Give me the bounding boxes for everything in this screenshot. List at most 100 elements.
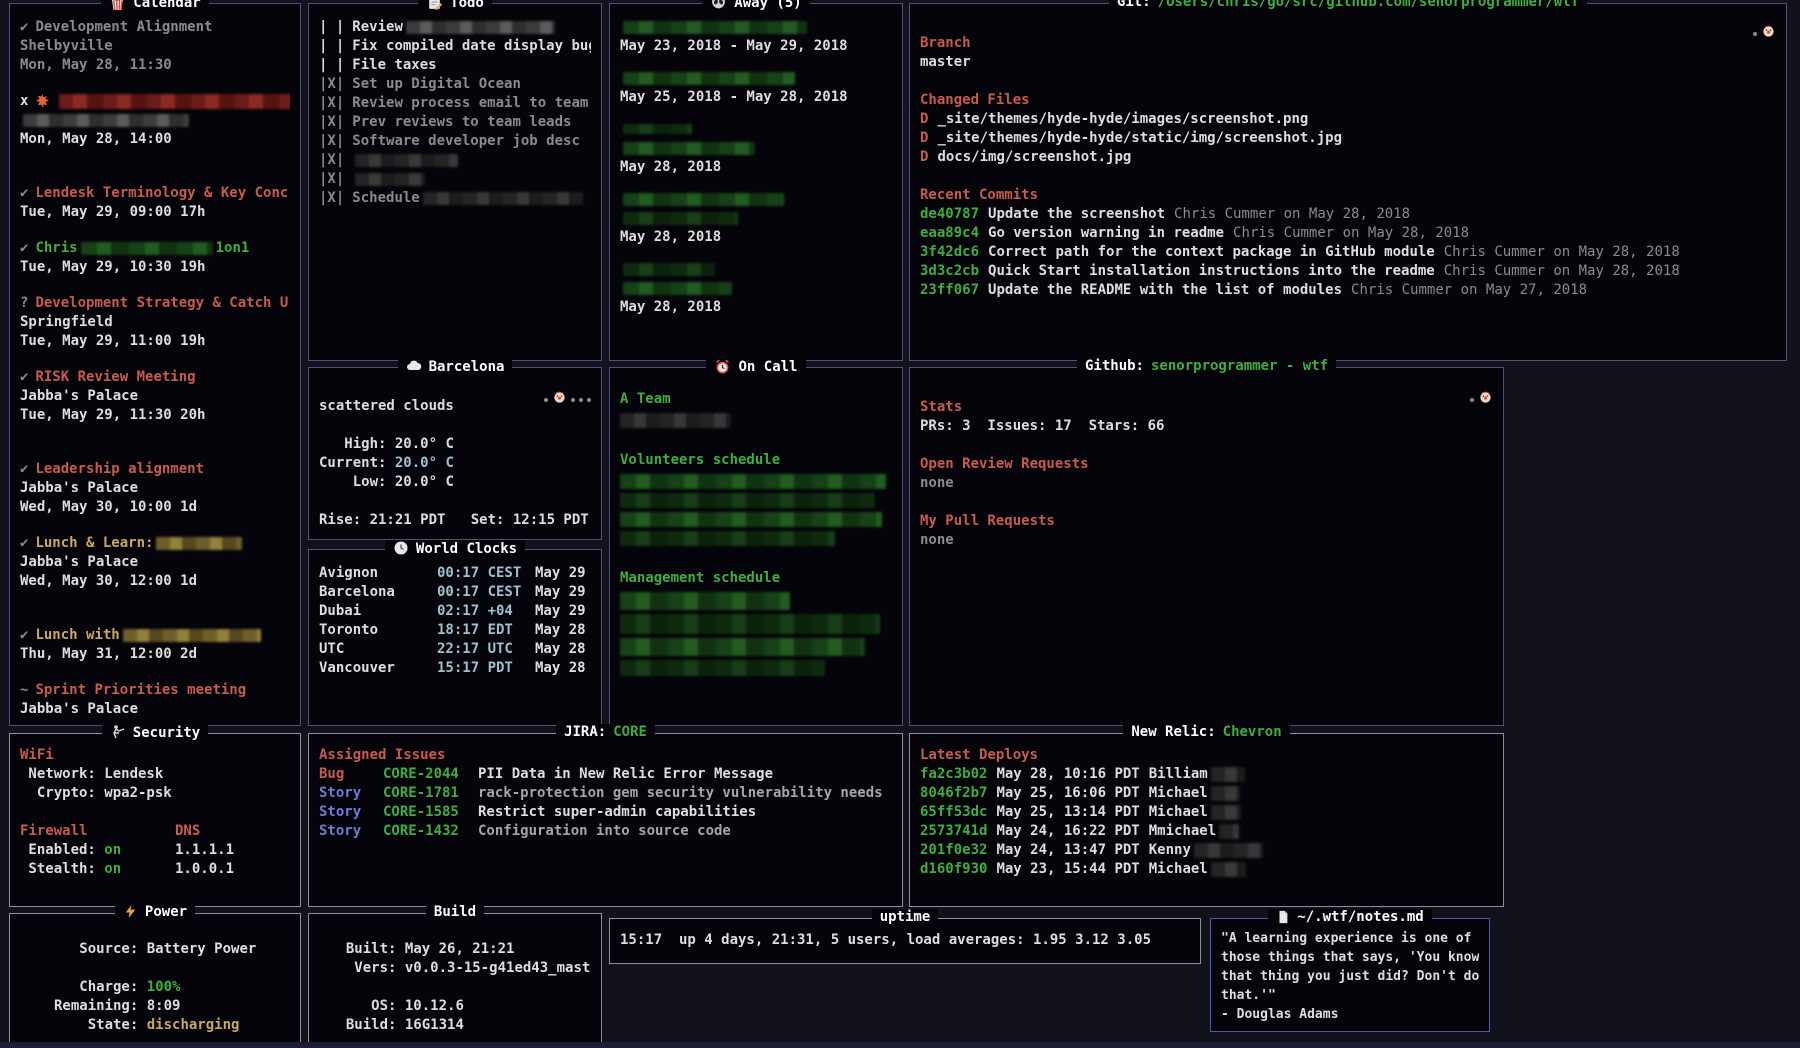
note-line: that thing you just did? Don't do [1221, 967, 1479, 986]
dot-icon [1470, 398, 1474, 402]
panel-title-text: Build [434, 904, 476, 920]
open-reviews-value: none [920, 474, 1493, 493]
todo-text: Review [352, 19, 403, 35]
todo-item[interactable]: | | Review [319, 18, 591, 37]
event-when: Tue, May 29, 11:00 19h [20, 332, 290, 351]
weather-high-value: 20.0° C [386, 436, 453, 452]
firewall-header: Firewall [20, 822, 175, 841]
todo-text: File taxes [352, 57, 436, 73]
source-value: Battery Power [138, 941, 256, 957]
redacted-name [1219, 824, 1239, 839]
todo-checkbox[interactable]: |X| [319, 190, 344, 206]
issue-summary: PII Data in New Relic Error Message [478, 766, 773, 782]
event-title: Chris [35, 240, 77, 256]
redacted-name [623, 193, 784, 206]
panel-title: Calendar [10, 0, 300, 12]
clown-icon [1478, 390, 1493, 409]
todo-checkbox[interactable]: |X| [319, 76, 344, 92]
redacted-name [620, 413, 731, 428]
note-line: that.'" [1221, 986, 1479, 1005]
state-label: State: [54, 1017, 138, 1033]
event-title: Leadership alignment [35, 461, 204, 477]
dns-header: DNS [175, 823, 200, 839]
event-when: Wed, May 30, 12:00 1d [20, 572, 290, 591]
todo-item[interactable]: | | File taxes [319, 56, 591, 75]
event-when: Tue, May 29, 09:00 17h [20, 203, 290, 222]
build-built-row: Built: May 26, 21:21 [329, 940, 591, 959]
issue-key: CORE-1432 [383, 822, 478, 841]
todo-item[interactable]: |X|Schedule [319, 189, 591, 208]
todo-checkbox[interactable]: | | [319, 57, 344, 73]
todo-checkbox[interactable]: |X| [319, 171, 344, 187]
event-location: Springfield [20, 313, 290, 332]
todo-checkbox[interactable]: |X| [319, 133, 344, 149]
panel-title-text: New Relic: [1131, 724, 1215, 740]
event-flag: ? [20, 295, 28, 311]
event-when: Thu, May 31, 12:00 2d [20, 645, 290, 664]
assigned-issues-header: Assigned Issues [319, 746, 892, 765]
panel-title: ~/.wtf/notes.md [1211, 909, 1489, 925]
event-flag: ✔ [20, 19, 28, 35]
todo-item[interactable]: |X|Review process email to team [319, 94, 591, 113]
panel-title-text: uptime [880, 909, 931, 925]
world-clocks-panel: World Clocks Avignon00:17 CESTMay 29 Bar… [308, 549, 602, 726]
wifi-network: Network: Lendesk [20, 765, 290, 784]
clown-icon [1761, 24, 1776, 43]
todo-item[interactable]: |X| Set up Digital Ocean [319, 75, 591, 94]
clock-city: Barcelona [319, 583, 437, 602]
weather-high-label: High: [319, 436, 386, 452]
panel-title-text: On Call [738, 359, 797, 375]
todo-item[interactable]: |X| [319, 151, 591, 170]
redacted-schedule [620, 592, 790, 610]
panel-title-text: Git: [1117, 0, 1151, 10]
clock-row: UTC22:17 UTCMay 28 [319, 640, 591, 659]
commit-message: Correct path for the context package in … [988, 244, 1435, 260]
redacted-name [623, 282, 732, 295]
dot-icon [579, 398, 583, 402]
weather-current-label: Current: [319, 455, 386, 471]
remaining-label: Remaining: [54, 998, 138, 1014]
todo-checkbox[interactable]: |X| [319, 95, 344, 111]
todo-item[interactable]: | | Fix compiled date display bug [319, 37, 591, 56]
redacted-name [623, 142, 755, 155]
document-icon [1276, 909, 1290, 925]
state-value: discharging [138, 1017, 239, 1033]
todo-text: Set up Digital Ocean [352, 76, 521, 92]
deploy-author: Michael [1149, 785, 1208, 801]
todo-text: Fix compiled date display bug [352, 38, 591, 54]
redacted-event-location [23, 114, 189, 127]
deploy-row: 201f0e32May 24, 13:47 PDTKenny [920, 841, 1493, 860]
redacted-name [623, 212, 738, 225]
commit-hash: 3d3c2cb [920, 263, 979, 279]
jira-issue-row[interactable]: StoryCORE-1585Restrict super-admin capab… [319, 803, 892, 822]
todo-item[interactable]: |X| [319, 170, 591, 189]
built-value: May 26, 21:21 [396, 941, 514, 957]
issue-key: CORE-1781 [383, 784, 478, 803]
jira-issue-row[interactable]: StoryCORE-1781rack-protection gem securi… [319, 784, 892, 803]
away-dates: May 28, 2018 [620, 228, 892, 247]
todo-checkbox[interactable]: | | [319, 38, 344, 54]
jira-issue-row[interactable]: BugCORE-2044PII Data in New Relic Error … [319, 765, 892, 784]
panel-title-text: Away (5) [734, 0, 801, 11]
todo-checkbox[interactable]: |X| [319, 114, 344, 130]
clock-icon [393, 540, 409, 557]
event-when: Tue, May 29, 11:30 20h [20, 406, 290, 425]
jira-issue-row[interactable]: StoryCORE-1432Configuration into source … [319, 822, 892, 841]
todo-item[interactable]: |X|Software developer job desc [319, 132, 591, 151]
event-location: Jabba's Palace [20, 387, 290, 406]
commit-row: de40787Update the screenshotChris Cummer… [920, 205, 1776, 224]
deploy-hash: 201f0e32 [920, 842, 987, 858]
weather-current: Current: 20.0° C [319, 454, 591, 473]
stats-header: Stats [920, 398, 1493, 417]
changed-files-header: Changed Files [920, 91, 1776, 110]
event-title: Lunch with [35, 627, 119, 643]
todo-checkbox[interactable]: | | [319, 19, 344, 35]
todo-checkbox[interactable]: |X| [319, 152, 344, 168]
firewall-enabled-row: Enabled: on1.1.1.1 [20, 841, 290, 860]
todo-item[interactable]: |X|Prev reviews to team leads [319, 113, 591, 132]
weather-low-label: Low: [319, 474, 386, 490]
event-title-tail: 1on1 [216, 240, 250, 256]
deploy-hash: fa2c3b02 [920, 766, 987, 782]
event-flag: ✔ [20, 535, 28, 551]
deploy-author: Mmichael [1149, 823, 1216, 839]
